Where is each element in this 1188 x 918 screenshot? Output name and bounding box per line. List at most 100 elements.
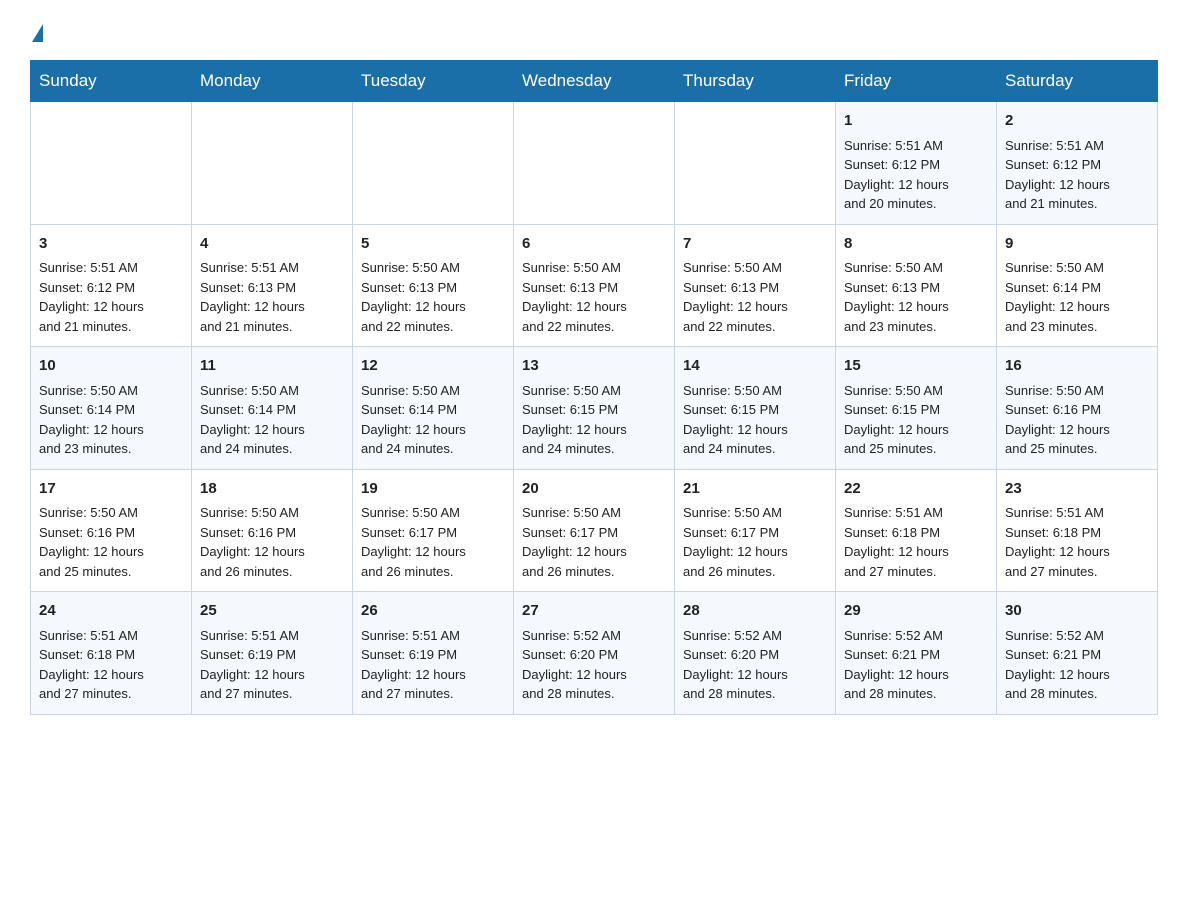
day-number: 12	[361, 355, 505, 378]
day-number: 14	[683, 355, 827, 378]
day-info: Sunrise: 5:50 AM Sunset: 6:13 PM Dayligh…	[522, 258, 666, 336]
day-number: 8	[844, 233, 988, 256]
day-number: 5	[361, 233, 505, 256]
calendar-cell: 13 Sunrise: 5:50 AM Sunset: 6:15 PM Dayli…	[514, 347, 675, 470]
calendar-cell: 12 Sunrise: 5:50 AM Sunset: 6:14 PM Dayli…	[353, 347, 514, 470]
day-number: 2	[1005, 110, 1149, 133]
day-info: Sunrise: 5:50 AM Sunset: 6:17 PM Dayligh…	[522, 503, 666, 581]
day-info: Sunrise: 5:51 AM Sunset: 6:12 PM Dayligh…	[39, 258, 183, 336]
day-number: 20	[522, 478, 666, 501]
day-info: Sunrise: 5:50 AM Sunset: 6:15 PM Dayligh…	[522, 381, 666, 459]
calendar-cell: 18Sunrise: 5:50 AM Sunset: 6:16 PM Dayli…	[192, 469, 353, 592]
day-number: 21	[683, 478, 827, 501]
calendar-cell: 6Sunrise: 5:50 AM Sunset: 6:13 PM Daylig…	[514, 224, 675, 347]
day-info: Sunrise: 5:50 AM Sunset: 6:14 PM Dayligh…	[1005, 258, 1149, 336]
logo	[30, 24, 45, 42]
header-day-saturday: Saturday	[997, 61, 1158, 102]
week-row-4: 17Sunrise: 5:50 AM Sunset: 6:16 PM Dayli…	[31, 469, 1158, 592]
calendar-cell: 29 Sunrise: 5:52 AM Sunset: 6:21 PM Dayli…	[836, 592, 997, 715]
calendar-cell: 5Sunrise: 5:50 AM Sunset: 6:13 PM Daylig…	[353, 224, 514, 347]
calendar-table: SundayMondayTuesdayWednesdayThursdayFrid…	[30, 60, 1158, 715]
day-number: 27	[522, 600, 666, 623]
day-info: Sunrise: 5:51 AM Sunset: 6:18 PM Dayligh…	[844, 503, 988, 581]
day-info: Sunrise: 5:50 AM Sunset: 6:14 PM Dayligh…	[361, 381, 505, 459]
day-info: Sunrise: 5:52 AM Sunset: 6:21 PM Dayligh…	[1005, 626, 1149, 704]
header-day-thursday: Thursday	[675, 61, 836, 102]
day-number: 29	[844, 600, 988, 623]
calendar-cell: 27 Sunrise: 5:52 AM Sunset: 6:20 PM Dayli…	[514, 592, 675, 715]
header-day-wednesday: Wednesday	[514, 61, 675, 102]
calendar-cell: 9Sunrise: 5:50 AM Sunset: 6:14 PM Daylig…	[997, 224, 1158, 347]
day-info: Sunrise: 5:51 AM Sunset: 6:12 PM Dayligh…	[1005, 136, 1149, 214]
day-info: Sunrise: 5:52 AM Sunset: 6:20 PM Dayligh…	[683, 626, 827, 704]
calendar-cell	[514, 102, 675, 225]
logo-triangle-icon	[32, 24, 43, 42]
day-number: 7	[683, 233, 827, 256]
calendar-header: SundayMondayTuesdayWednesdayThursdayFrid…	[31, 61, 1158, 102]
logo-top	[30, 24, 45, 42]
calendar-cell	[675, 102, 836, 225]
day-info: Sunrise: 5:50 AM Sunset: 6:14 PM Dayligh…	[39, 381, 183, 459]
day-info: Sunrise: 5:51 AM Sunset: 6:12 PM Dayligh…	[844, 136, 988, 214]
calendar-cell: 24 Sunrise: 5:51 AM Sunset: 6:18 PM Dayli…	[31, 592, 192, 715]
week-row-5: 24 Sunrise: 5:51 AM Sunset: 6:18 PM Dayli…	[31, 592, 1158, 715]
calendar-cell: 20Sunrise: 5:50 AM Sunset: 6:17 PM Dayli…	[514, 469, 675, 592]
calendar-cell: 2 Sunrise: 5:51 AM Sunset: 6:12 PM Daylig…	[997, 102, 1158, 225]
header-day-monday: Monday	[192, 61, 353, 102]
calendar-body: 1 Sunrise: 5:51 AM Sunset: 6:12 PM Daylig…	[31, 102, 1158, 715]
week-row-2: 3Sunrise: 5:51 AM Sunset: 6:12 PM Daylig…	[31, 224, 1158, 347]
day-number: 28	[683, 600, 827, 623]
day-number: 26	[361, 600, 505, 623]
day-info: Sunrise: 5:50 AM Sunset: 6:16 PM Dayligh…	[1005, 381, 1149, 459]
day-number: 10	[39, 355, 183, 378]
calendar-cell: 10 Sunrise: 5:50 AM Sunset: 6:14 PM Dayli…	[31, 347, 192, 470]
day-info: Sunrise: 5:52 AM Sunset: 6:20 PM Dayligh…	[522, 626, 666, 704]
day-info: Sunrise: 5:50 AM Sunset: 6:13 PM Dayligh…	[361, 258, 505, 336]
day-number: 9	[1005, 233, 1149, 256]
calendar-cell: 3Sunrise: 5:51 AM Sunset: 6:12 PM Daylig…	[31, 224, 192, 347]
calendar-cell: 11Sunrise: 5:50 AM Sunset: 6:14 PM Dayli…	[192, 347, 353, 470]
day-info: Sunrise: 5:50 AM Sunset: 6:16 PM Dayligh…	[200, 503, 344, 581]
calendar-cell: 22Sunrise: 5:51 AM Sunset: 6:18 PM Dayli…	[836, 469, 997, 592]
calendar-cell: 26 Sunrise: 5:51 AM Sunset: 6:19 PM Dayli…	[353, 592, 514, 715]
day-info: Sunrise: 5:51 AM Sunset: 6:13 PM Dayligh…	[200, 258, 344, 336]
day-info: Sunrise: 5:52 AM Sunset: 6:21 PM Dayligh…	[844, 626, 988, 704]
day-number: 4	[200, 233, 344, 256]
calendar-cell: 8Sunrise: 5:50 AM Sunset: 6:13 PM Daylig…	[836, 224, 997, 347]
calendar-cell: 14 Sunrise: 5:50 AM Sunset: 6:15 PM Dayli…	[675, 347, 836, 470]
header-day-friday: Friday	[836, 61, 997, 102]
day-number: 1	[844, 110, 988, 133]
day-info: Sunrise: 5:51 AM Sunset: 6:19 PM Dayligh…	[200, 626, 344, 704]
day-info: Sunrise: 5:51 AM Sunset: 6:18 PM Dayligh…	[1005, 503, 1149, 581]
day-number: 19	[361, 478, 505, 501]
calendar-cell: 15Sunrise: 5:50 AM Sunset: 6:15 PM Dayli…	[836, 347, 997, 470]
day-info: Sunrise: 5:50 AM Sunset: 6:17 PM Dayligh…	[683, 503, 827, 581]
calendar-cell: 17Sunrise: 5:50 AM Sunset: 6:16 PM Dayli…	[31, 469, 192, 592]
calendar-cell	[31, 102, 192, 225]
day-info: Sunrise: 5:50 AM Sunset: 6:15 PM Dayligh…	[683, 381, 827, 459]
header-day-sunday: Sunday	[31, 61, 192, 102]
calendar-cell: 28 Sunrise: 5:52 AM Sunset: 6:20 PM Dayli…	[675, 592, 836, 715]
day-number: 25	[200, 600, 344, 623]
day-number: 17	[39, 478, 183, 501]
day-info: Sunrise: 5:50 AM Sunset: 6:13 PM Dayligh…	[683, 258, 827, 336]
day-number: 16	[1005, 355, 1149, 378]
calendar-cell: 19Sunrise: 5:50 AM Sunset: 6:17 PM Dayli…	[353, 469, 514, 592]
day-info: Sunrise: 5:51 AM Sunset: 6:19 PM Dayligh…	[361, 626, 505, 704]
day-info: Sunrise: 5:51 AM Sunset: 6:18 PM Dayligh…	[39, 626, 183, 704]
header-row: SundayMondayTuesdayWednesdayThursdayFrid…	[31, 61, 1158, 102]
day-number: 6	[522, 233, 666, 256]
page-header	[30, 24, 1158, 42]
calendar-cell: 30Sunrise: 5:52 AM Sunset: 6:21 PM Dayli…	[997, 592, 1158, 715]
day-info: Sunrise: 5:50 AM Sunset: 6:16 PM Dayligh…	[39, 503, 183, 581]
calendar-cell: 16 Sunrise: 5:50 AM Sunset: 6:16 PM Dayli…	[997, 347, 1158, 470]
day-number: 3	[39, 233, 183, 256]
day-number: 11	[200, 355, 344, 378]
calendar-cell: 4Sunrise: 5:51 AM Sunset: 6:13 PM Daylig…	[192, 224, 353, 347]
day-number: 13	[522, 355, 666, 378]
day-number: 24	[39, 600, 183, 623]
day-number: 15	[844, 355, 988, 378]
day-info: Sunrise: 5:50 AM Sunset: 6:17 PM Dayligh…	[361, 503, 505, 581]
week-row-1: 1 Sunrise: 5:51 AM Sunset: 6:12 PM Daylig…	[31, 102, 1158, 225]
calendar-cell: 25 Sunrise: 5:51 AM Sunset: 6:19 PM Dayli…	[192, 592, 353, 715]
